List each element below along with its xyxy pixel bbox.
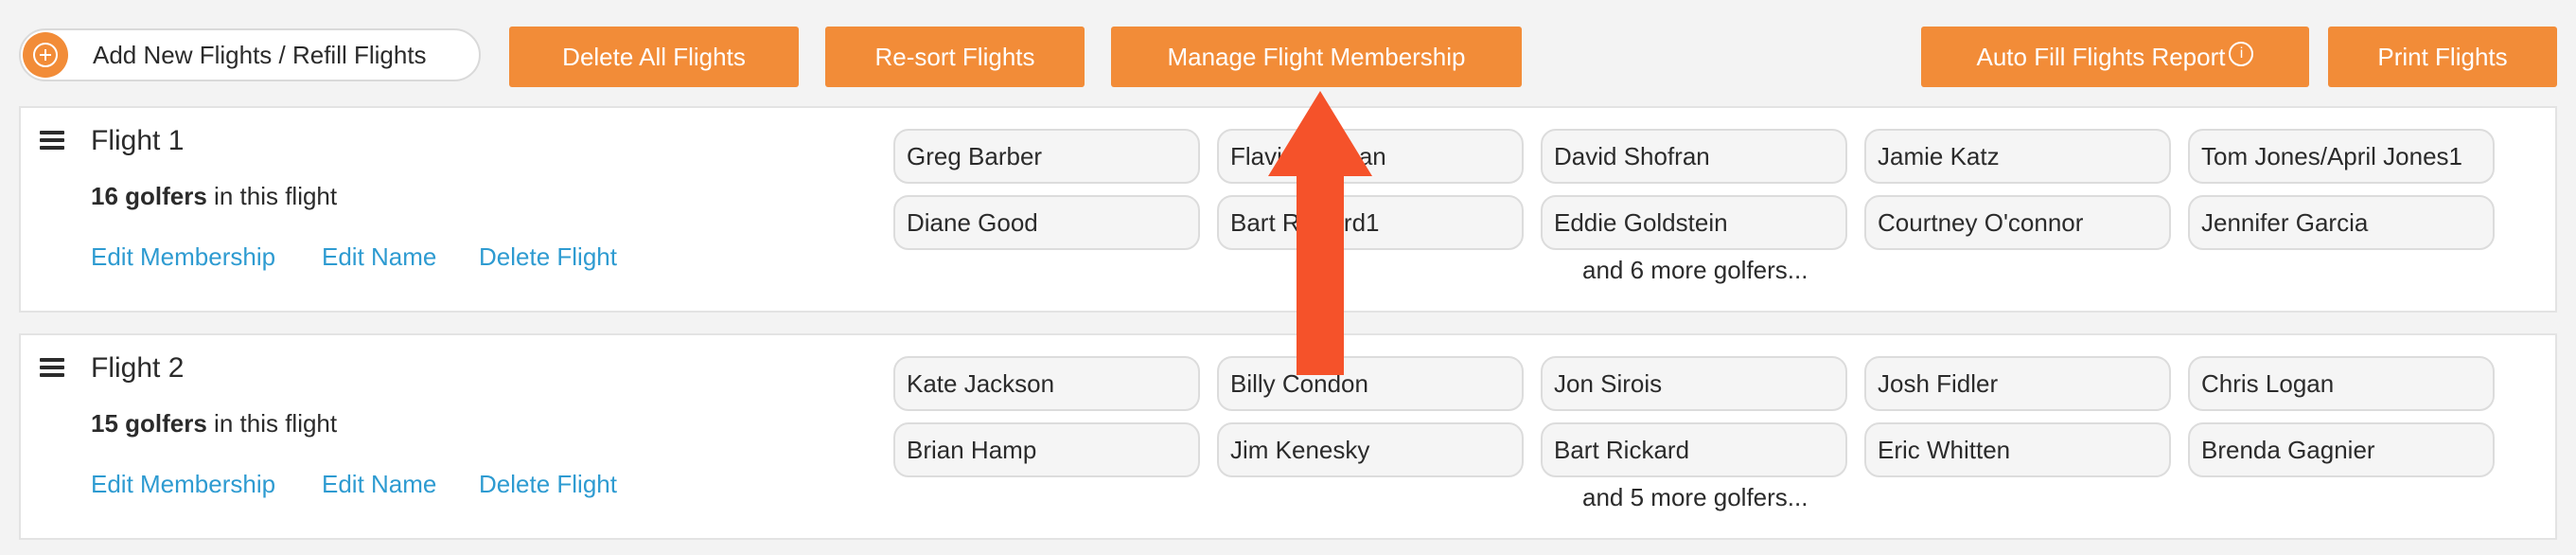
hamburger-icon[interactable] — [40, 358, 64, 377]
more-golfers-text: and 6 more golfers... — [1582, 256, 1808, 284]
auto-fill-label: Auto Fill Flights Report — [1976, 43, 2226, 71]
print-flights-button[interactable]: Print Flights — [2328, 27, 2557, 87]
add-flights-button[interactable]: Add New Flights / Refill Flights — [19, 28, 481, 81]
flights-toolbar: Add New Flights / Refill Flights Delete … — [0, 0, 2576, 104]
more-golfers-text: and 5 more golfers... — [1582, 483, 1808, 511]
edit-membership-link[interactable]: Edit Membership — [91, 470, 275, 499]
info-icon[interactable]: i — [2229, 42, 2254, 66]
hamburger-icon[interactable] — [40, 131, 64, 150]
golfer-chip[interactable]: Jennifer Garcia — [2188, 195, 2495, 250]
edit-name-link[interactable]: Edit Name — [322, 242, 436, 272]
arrow-up-icon — [1268, 91, 1372, 375]
golfer-chip[interactable]: Jamie Katz — [1864, 129, 2171, 184]
golfer-chip[interactable]: Greg Barber — [893, 129, 1200, 184]
golfer-chip[interactable]: Courtney O'connor — [1864, 195, 2171, 250]
flight-title: Flight 1 — [91, 125, 185, 156]
delete-flight-link[interactable]: Delete Flight — [479, 470, 617, 499]
golfer-chip[interactable]: Brian Hamp — [893, 422, 1200, 477]
flight-golfer-count: 15 golfers in this flight — [91, 409, 338, 438]
golfer-chip[interactable]: Diane Good — [893, 195, 1200, 250]
edit-name-link[interactable]: Edit Name — [322, 470, 436, 499]
plus-circle-icon — [23, 32, 68, 78]
delete-flight-link[interactable]: Delete Flight — [479, 242, 617, 272]
flight-golfer-count: 16 golfers in this flight — [91, 182, 338, 210]
golfer-chip[interactable]: Tom Jones/April Jones1 — [2188, 129, 2495, 184]
golfer-chip[interactable]: Josh Fidler — [1864, 356, 2171, 411]
delete-all-flights-button[interactable]: Delete All Flights — [509, 27, 799, 87]
add-flights-label: Add New Flights / Refill Flights — [93, 41, 427, 69]
golfer-chip[interactable]: Jon Sirois — [1541, 356, 1847, 411]
auto-fill-flights-report-button[interactable]: Auto Fill Flights Report i — [1921, 27, 2309, 87]
golfer-chip[interactable]: Jim Kenesky — [1217, 422, 1524, 477]
golfer-chip[interactable]: Chris Logan — [2188, 356, 2495, 411]
flight-title: Flight 2 — [91, 352, 185, 384]
resort-flights-button[interactable]: Re-sort Flights — [825, 27, 1085, 87]
golfer-chip[interactable]: Kate Jackson — [893, 356, 1200, 411]
golfer-chip[interactable]: David Shofran — [1541, 129, 1847, 184]
golfer-chip[interactable]: Eddie Goldstein — [1541, 195, 1847, 250]
golfer-chip[interactable]: Bart Rickard — [1541, 422, 1847, 477]
manage-flight-membership-button[interactable]: Manage Flight Membership — [1111, 27, 1522, 87]
golfer-chip[interactable]: Eric Whitten — [1864, 422, 2171, 477]
edit-membership-link[interactable]: Edit Membership — [91, 242, 275, 272]
golfer-chip[interactable]: Brenda Gagnier — [2188, 422, 2495, 477]
